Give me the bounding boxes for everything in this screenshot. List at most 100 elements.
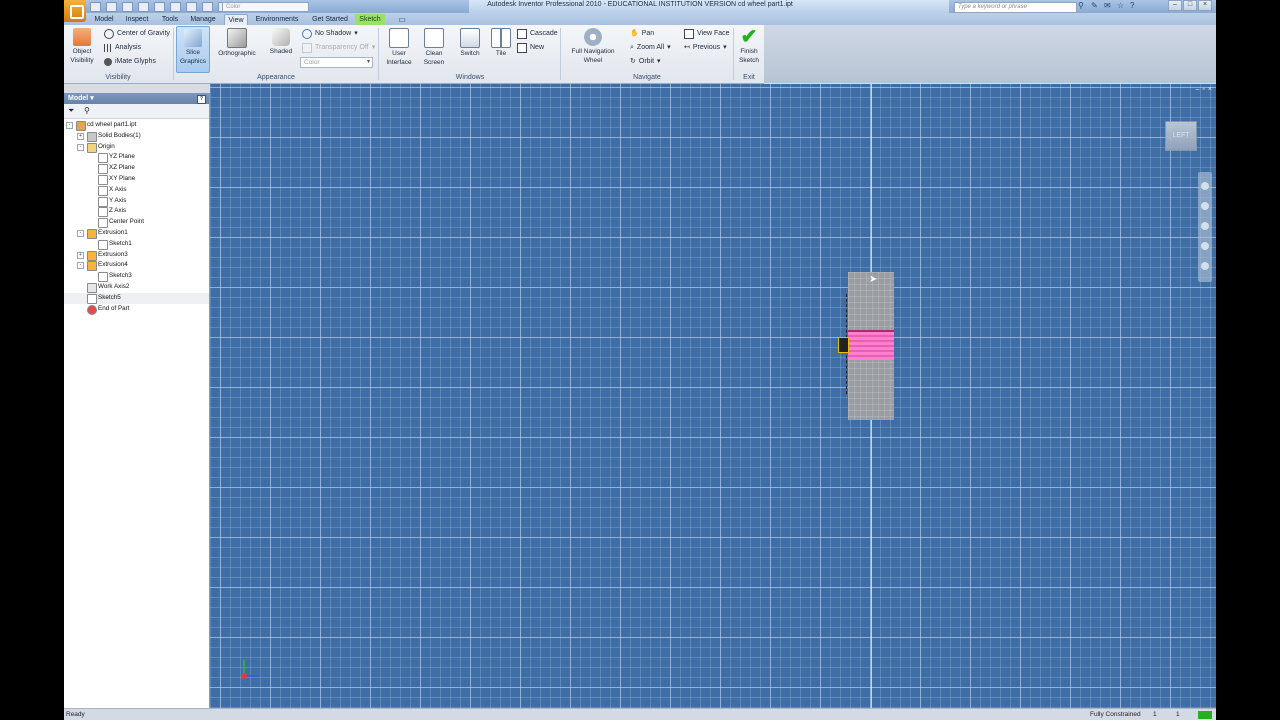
browser-tree-item[interactable]: XZ Plane bbox=[64, 163, 209, 175]
full-navigation-wheel-button[interactable]: Full Navigation Wheel bbox=[564, 28, 622, 65]
maximize-icon[interactable]: □ bbox=[1183, 0, 1197, 11]
shaded-label: Shaded bbox=[269, 48, 293, 55]
browser-tree-item[interactable]: Sketch3 bbox=[64, 271, 209, 283]
subscription-icon[interactable]: ✎ bbox=[1091, 2, 1098, 10]
browser-help-icon[interactable]: ? bbox=[197, 95, 206, 104]
collapse-icon[interactable]: - bbox=[77, 143, 84, 151]
tab-get-started[interactable]: Get Started bbox=[307, 14, 353, 25]
ribbon-background bbox=[764, 25, 1216, 83]
point-icon bbox=[98, 218, 108, 229]
imate-glyphs-button[interactable]: iMate Glyphs bbox=[104, 57, 156, 66]
cascade-button[interactable]: Cascade bbox=[517, 28, 558, 39]
navigate-panel-label: Navigate bbox=[633, 74, 661, 81]
browser-title: Model bbox=[68, 95, 89, 102]
previous-view-button[interactable]: ↤ Previous ▾ bbox=[684, 43, 727, 52]
zoom-icon[interactable] bbox=[1201, 222, 1209, 230]
binoculars-icon[interactable]: ⚲ bbox=[1078, 2, 1085, 10]
collapse-icon[interactable]: - bbox=[66, 122, 73, 129]
expand-icon[interactable]: + bbox=[77, 132, 84, 140]
mouse-pointer-icon: ➤ bbox=[869, 274, 878, 285]
browser-tree-item[interactable]: Sketch5 bbox=[64, 292, 209, 304]
shaded-button[interactable]: Shaded bbox=[266, 28, 296, 56]
browser-tree-item[interactable]: Center Point bbox=[64, 217, 209, 229]
help-search-input[interactable]: Type a keyword or phrase bbox=[954, 2, 1077, 13]
orthographic-button[interactable]: Orthographic bbox=[214, 28, 260, 58]
no-shadow-dropdown[interactable]: No Shadow ▾ bbox=[302, 28, 358, 39]
viewport-restore-icon[interactable]: ▫ bbox=[1202, 86, 1204, 93]
browser-tree-item[interactable]: YZ Plane bbox=[64, 152, 209, 164]
switch-button[interactable]: Switch bbox=[456, 28, 484, 58]
viewcube[interactable]: LEFT bbox=[1165, 121, 1197, 151]
browser-header[interactable]: Model ▾ ? bbox=[64, 93, 209, 104]
browser-tree-item[interactable]: - cd wheel part1.ipt bbox=[64, 120, 209, 131]
exit-panel-label: Exit bbox=[743, 74, 755, 81]
clean-screen-button[interactable]: Clean Screen bbox=[420, 28, 448, 67]
tab-inspect[interactable]: Inspect bbox=[122, 14, 152, 25]
browser-tree-item[interactable]: XY Plane bbox=[64, 174, 209, 185]
tab-model[interactable]: Model bbox=[92, 14, 116, 25]
help-icon[interactable]: ? bbox=[1130, 2, 1137, 10]
tab-tools[interactable]: Tools bbox=[157, 14, 183, 25]
application-menu-button[interactable] bbox=[64, 0, 86, 22]
close-icon[interactable]: × bbox=[1198, 0, 1212, 11]
browser-tree-item[interactable]: End of Part bbox=[64, 304, 209, 315]
collapse-icon[interactable]: - bbox=[77, 229, 84, 237]
part-selected-region[interactable] bbox=[848, 332, 894, 360]
tab-manage[interactable]: Manage bbox=[188, 14, 218, 25]
browser-tree-item[interactable]: - Extrusion1 bbox=[64, 228, 209, 239]
work-axis-icon bbox=[87, 282, 97, 293]
steering-wheel-icon[interactable] bbox=[1201, 182, 1209, 190]
end-of-part-icon bbox=[87, 304, 97, 315]
minimize-icon[interactable]: – bbox=[1168, 0, 1182, 11]
browser-tree-label: Extrusion4 bbox=[98, 261, 128, 269]
tab-environments[interactable]: Environments bbox=[253, 14, 301, 25]
browser-tree-item[interactable]: Work Axis2 bbox=[64, 282, 209, 293]
finish-sketch-button[interactable]: ✔ Finish Sketch bbox=[736, 27, 762, 65]
cascade-icon bbox=[517, 28, 527, 39]
tab-sketch[interactable]: Sketch bbox=[355, 14, 385, 25]
browser-tree-item[interactable]: + Solid Bodies(1) bbox=[64, 131, 209, 142]
transparency-off-button[interactable]: Transparency Off ▾ bbox=[302, 42, 375, 53]
browser-tree-item[interactable]: - Extrusion4 bbox=[64, 260, 209, 272]
browser-tree-item[interactable]: Sketch1 bbox=[64, 239, 209, 250]
status-count-documents: 1 bbox=[1176, 711, 1180, 718]
color-combo[interactable]: Color bbox=[300, 57, 373, 68]
collapse-icon[interactable]: - bbox=[77, 262, 84, 270]
browser-tree-item[interactable]: Y Axis bbox=[64, 196, 209, 207]
browser-tree-item[interactable]: Z Axis bbox=[64, 206, 209, 218]
find-icon[interactable]: ⚲ bbox=[84, 106, 90, 115]
orbit-icon[interactable] bbox=[1201, 242, 1209, 250]
chevron-down-icon: ▾ bbox=[657, 58, 661, 65]
graphics-viewport[interactable]: – ▫ × LEFT ➤ bbox=[210, 84, 1216, 708]
look-at-icon[interactable] bbox=[1201, 262, 1209, 270]
object-visibility-button[interactable]: Object Visibility bbox=[68, 28, 96, 65]
pan-icon[interactable] bbox=[1201, 202, 1209, 210]
zoom-all-button[interactable]: ⌕ Zoom All ▾ bbox=[630, 43, 671, 52]
expand-icon[interactable]: + bbox=[77, 251, 84, 259]
favorites-icon[interactable]: ☆ bbox=[1117, 2, 1124, 10]
viewport-minimize-icon[interactable]: – bbox=[1196, 86, 1200, 93]
analysis-button[interactable]: Analysis bbox=[104, 43, 141, 52]
center-of-gravity-button[interactable]: Center of Gravity bbox=[104, 28, 170, 39]
previous-view-label: Previous bbox=[692, 44, 721, 51]
new-window-button[interactable]: New bbox=[517, 42, 544, 53]
browser-tree-item[interactable]: - Origin bbox=[64, 142, 209, 153]
browser-tree-item[interactable]: X Axis bbox=[64, 185, 209, 196]
ribbon-minimize-icon[interactable]: ▭ bbox=[396, 14, 408, 25]
slice-graphics-button[interactable]: Slice Graphics bbox=[176, 26, 210, 73]
browser-tree: - cd wheel part1.ipt + Solid Bodies(1) - Orig… bbox=[64, 120, 209, 315]
browser-tree-label: Sketch1 bbox=[109, 239, 132, 247]
user-interface-button[interactable]: User Interface bbox=[382, 28, 416, 67]
tile-button[interactable]: Tile bbox=[488, 28, 514, 58]
filter-icon[interactable]: ⏷ bbox=[68, 106, 74, 116]
slice-graphics-label: Slice Graphics bbox=[179, 49, 206, 65]
browser-tree-item[interactable]: + Extrusion3 bbox=[64, 250, 209, 261]
orbit-button[interactable]: ↻ Orbit ▾ bbox=[630, 57, 661, 66]
view-face-button[interactable]: View Face bbox=[684, 28, 730, 39]
shadow-icon bbox=[302, 28, 312, 39]
communication-icon[interactable]: ✉ bbox=[1104, 2, 1111, 10]
status-indicator bbox=[1198, 711, 1212, 719]
browser-tree-label: Y Axis bbox=[109, 196, 127, 204]
pan-button[interactable]: ✋ Pan bbox=[630, 29, 654, 38]
viewport-close-icon[interactable]: × bbox=[1208, 86, 1212, 93]
